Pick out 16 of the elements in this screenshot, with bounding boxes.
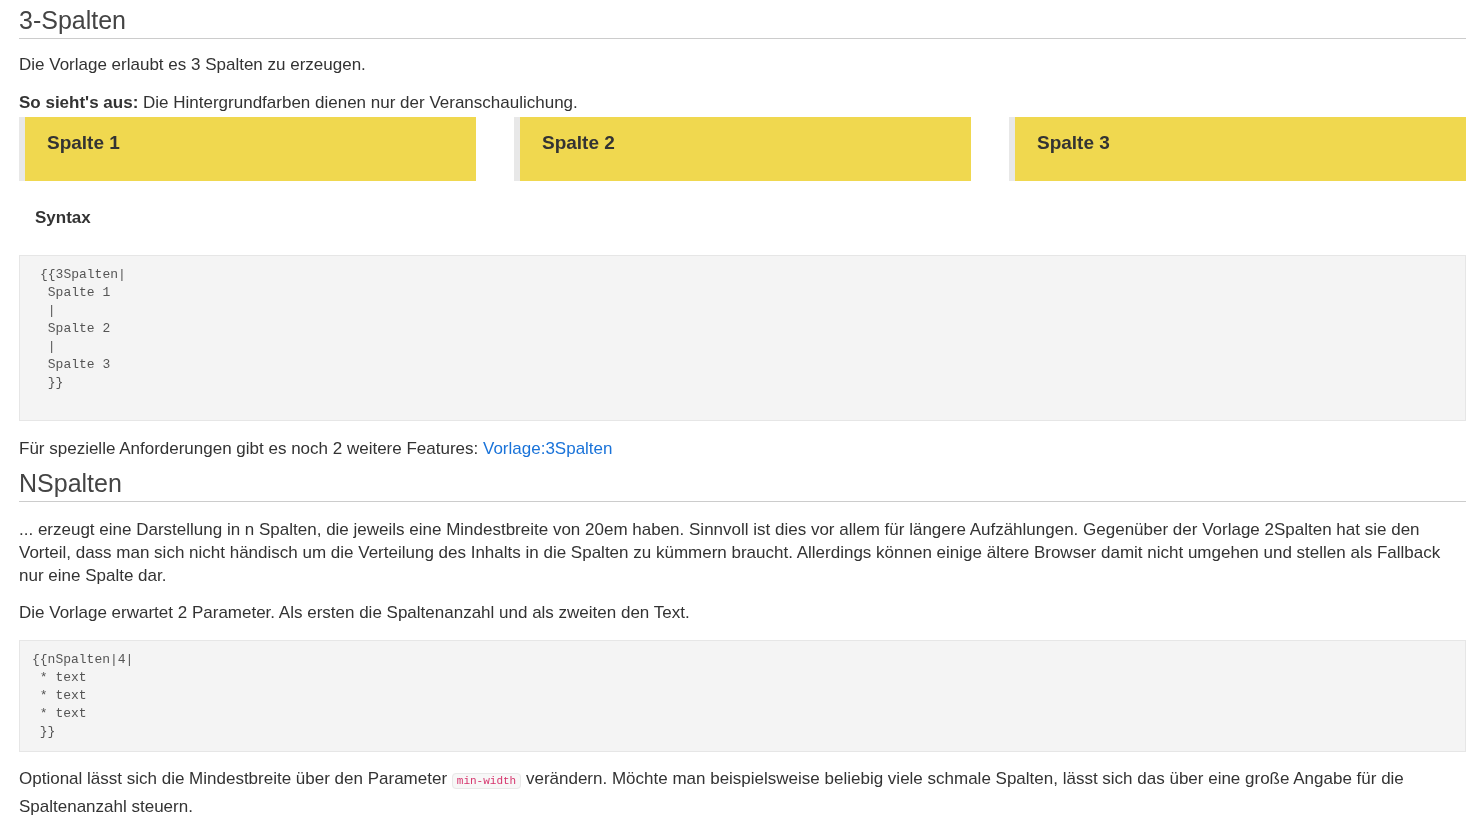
paragraph: So sieht's aus: Die Hintergrundfarben dienen nur der Veranschaulichung.: [19, 92, 579, 114]
inline-code: min-width: [451, 772, 522, 789]
paragraph: Die Vorlage erwartet 2 Parameter. Als ersten die Spaltenanzahl und als zweiten den Text.: [19, 601, 691, 624]
paragraph: Die Vorlage erlaubt es 3 Spalten zu erzeugen.: [19, 54, 367, 76]
code-block: {{3Spalten| Spalte 1 | Spalte 2 | Spalte 3 }}: [19, 254, 1466, 421]
section-heading: 3-Spalten: [19, 0, 1466, 39]
column-box: Spalte 1: [19, 117, 476, 181]
link[interactable]: Vorlage:3Spalten: [483, 438, 613, 458]
section-heading: NSpalten: [19, 466, 1466, 502]
paragraph: ... erzeugt eine Darstellung in n Spalten, die jeweils eine Mindestbreite von 20em haben. Sinnvoll ist dies vor allem für längere Aufzählungen. Gegenüber der Vorlage 2Spalten hat sie den Vorteil, dass man sich nicht händisch um die Verteilung des Inhalts in die Spalten zu kümmern braucht. Allerdings können einige ältere Browser damit nicht umgehen und stellen als Fallback nur eine Spalte dar.: [19, 518, 1442, 587]
paragraph: Für spezielle Anforderungen gibt es noch 2 weitere Features: Vorlage:3Spalten: [19, 437, 614, 460]
code-block: {{nSpalten|4| * text * text * text }}: [19, 639, 1466, 752]
subheading: Syntax: [35, 207, 92, 229]
paragraph: Optional lässt sich die Mindestbreite über den Parameter min-width verändern. Möchte man beispielsweise beliebig viele schmale Spalten, lässt sich das über eine große Angabe für die Spaltenanzahl steuern.: [19, 767, 1405, 818]
column-box: Spalte 2: [514, 117, 971, 181]
column-box: Spalte 3: [1009, 117, 1466, 181]
